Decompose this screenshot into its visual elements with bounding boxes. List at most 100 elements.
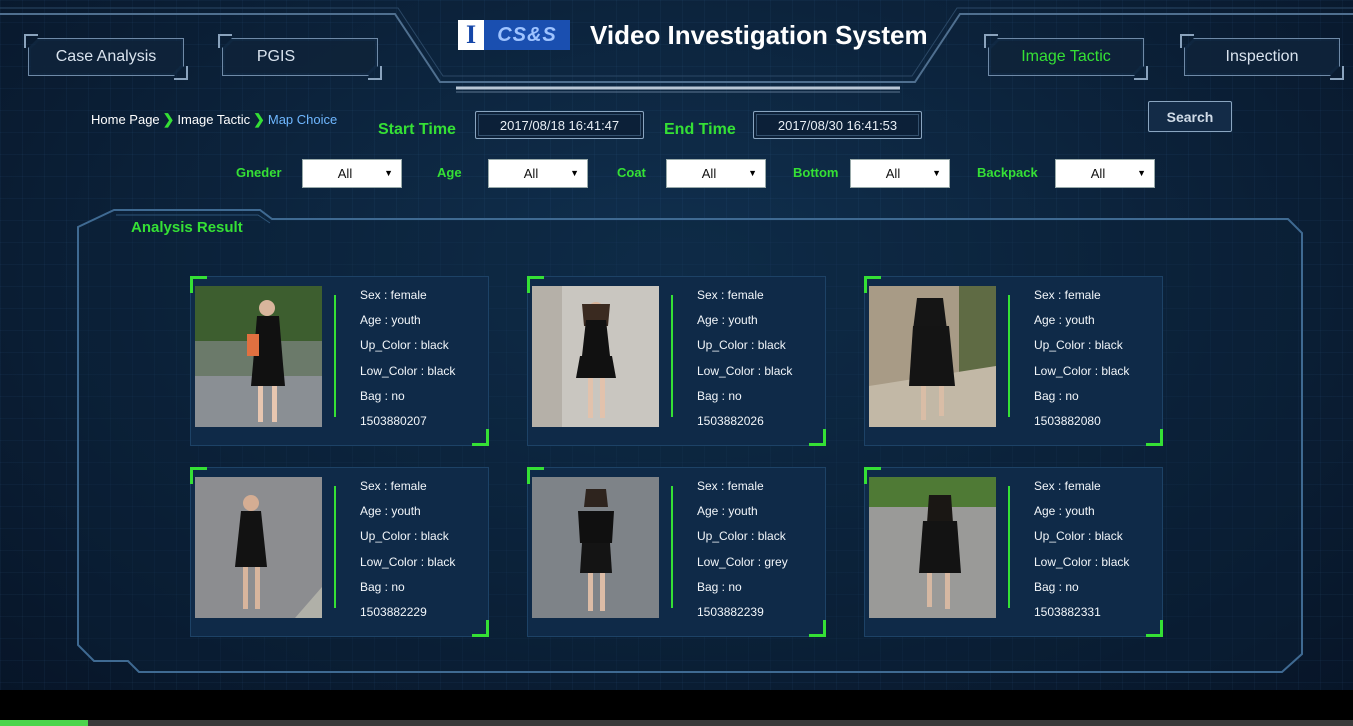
person-photo[interactable] [869, 477, 996, 618]
end-time-input[interactable]: 2017/08/30 16:41:53 [753, 111, 922, 139]
result-card[interactable]: Sex : female Age : youth Up_Color : blac… [527, 276, 826, 446]
person-photo-image [532, 286, 659, 427]
filter-bottom-label: Bottom [793, 165, 839, 180]
attr-sex: Sex : female [1034, 479, 1101, 493]
logo-mark: I [458, 20, 484, 50]
attr-age: Age : youth [1034, 504, 1095, 519]
filter-backpack-label: Backpack [977, 165, 1038, 180]
attr-timestamp-id: 1503882026 [697, 413, 764, 428]
corner-decoration [24, 34, 38, 48]
nav-inspection-button[interactable]: Inspection [1180, 34, 1344, 80]
filter-bottom-select[interactable]: All ▼ [850, 159, 950, 188]
filter-gender-select[interactable]: All ▼ [302, 159, 402, 188]
person-photo[interactable] [532, 477, 659, 618]
caret-down-icon: ▼ [570, 168, 579, 178]
corner-decoration [1134, 66, 1148, 80]
attr-bag: Bag : no [1034, 579, 1079, 594]
result-card[interactable]: Sex : female Age : youth Up_Color : blac… [190, 467, 489, 637]
filter-coat-label: Coat [617, 165, 646, 180]
start-time-input[interactable]: 2017/08/18 16:41:47 [475, 111, 644, 139]
caret-down-icon: ▼ [748, 168, 757, 178]
person-photo-image [195, 286, 322, 427]
nav-image-tactic-button[interactable]: Image Tactic [984, 34, 1148, 80]
nav-pgis-button[interactable]: PGIS [218, 34, 382, 80]
nav-pgis-label: PGIS [256, 48, 296, 65]
divider [671, 295, 673, 417]
attr-sex: Sex : female [360, 288, 427, 302]
filter-age-label: Age [437, 165, 462, 180]
attr-sex: Sex : female [360, 479, 427, 493]
attr-bag: Bag : no [697, 388, 742, 403]
corner-marker [1146, 429, 1163, 446]
person-photo[interactable] [532, 286, 659, 427]
corner-marker [809, 620, 826, 637]
attr-up-color: Up_Color : black [697, 338, 786, 353]
breadcrumb-item-home[interactable]: Home Page [91, 112, 160, 127]
chevron-right-icon: ❯ [162, 111, 175, 127]
corner-marker [1146, 620, 1163, 637]
app-title: Video Investigation System [590, 20, 928, 50]
divider [334, 486, 336, 608]
breadcrumb-item-map-choice: Map Choice [267, 112, 338, 127]
attr-timestamp-id: 1503882080 [1034, 413, 1101, 428]
app-window: Case Analysis PGIS Image Tactic Inspecti… [0, 0, 1353, 690]
attr-age: Age : youth [360, 313, 421, 328]
filter-coat-select[interactable]: All ▼ [666, 159, 766, 188]
result-card[interactable]: Sex : female Age : youth Up_Color : blac… [190, 276, 489, 446]
start-time-label: Start Time [378, 121, 456, 138]
result-attributes: Sex : female Age : youth Up_Color : blac… [360, 478, 455, 629]
corner-decoration [174, 66, 188, 80]
person-photo[interactable] [869, 286, 996, 427]
attr-bag: Bag : no [1034, 388, 1079, 403]
result-attributes: Sex : female Age : youth Up_Color : blac… [360, 287, 455, 438]
divider [334, 295, 336, 417]
analysis-result-title: Analysis Result [131, 219, 243, 236]
attr-age: Age : youth [697, 313, 758, 328]
filter-gender-label: Gneder [236, 165, 282, 180]
corner-marker [472, 620, 489, 637]
attr-sex: Sex : female [697, 479, 764, 493]
attr-age: Age : youth [697, 504, 758, 519]
filter-backpack-select[interactable]: All ▼ [1055, 159, 1155, 188]
attr-up-color: Up_Color : black [1034, 529, 1123, 544]
attr-timestamp-id: 1503882331 [1034, 604, 1101, 619]
corner-decoration [1330, 66, 1344, 80]
logo-text: CS&S [484, 20, 570, 50]
attr-up-color: Up_Color : black [360, 529, 449, 544]
person-photo[interactable] [195, 477, 322, 618]
caret-down-icon: ▼ [932, 168, 941, 178]
result-card[interactable]: Sex : female Age : youth Up_Color : blac… [864, 467, 1163, 637]
corner-decoration [218, 34, 232, 48]
filter-age-select[interactable]: All ▼ [488, 159, 588, 188]
result-attributes: Sex : female Age : youth Up_Color : blac… [1034, 478, 1129, 629]
attr-timestamp-id: 1503880207 [360, 413, 427, 428]
divider [671, 486, 673, 608]
result-card[interactable]: Sex : female Age : youth Up_Color : blac… [527, 467, 826, 637]
attr-low-color: Low_Color : black [360, 363, 456, 378]
breadcrumb-item-image-tactic[interactable]: Image Tactic [177, 112, 250, 127]
nav-inspection-label: Inspection [1225, 48, 1299, 65]
attr-age: Age : youth [360, 504, 421, 519]
attr-low-color: Low_Color : black [360, 554, 456, 569]
attr-sex: Sex : female [697, 288, 764, 302]
attr-bag: Bag : no [360, 579, 405, 594]
result-attributes: Sex : female Age : youth Up_Color : blac… [1034, 287, 1129, 438]
person-photo-image [532, 477, 659, 618]
divider [1008, 486, 1010, 608]
attr-timestamp-id: 1503882239 [697, 604, 764, 619]
caret-down-icon: ▼ [384, 168, 393, 178]
attr-low-color: Low_Color : black [1034, 363, 1130, 378]
progress-fill [0, 720, 88, 726]
chevron-right-icon: ❯ [253, 111, 265, 127]
nav-case-analysis-button[interactable]: Case Analysis [24, 34, 188, 80]
corner-decoration [1180, 34, 1194, 48]
search-button[interactable]: Search [1148, 101, 1232, 132]
attr-sex: Sex : female [1034, 288, 1101, 302]
person-photo[interactable] [195, 286, 322, 427]
corner-marker [809, 429, 826, 446]
attr-low-color: Low_Color : grey [697, 554, 788, 569]
attr-age: Age : youth [1034, 313, 1095, 328]
result-card[interactable]: Sex : female Age : youth Up_Color : blac… [864, 276, 1163, 446]
caret-down-icon: ▼ [1137, 168, 1146, 178]
corner-decoration [368, 66, 382, 80]
